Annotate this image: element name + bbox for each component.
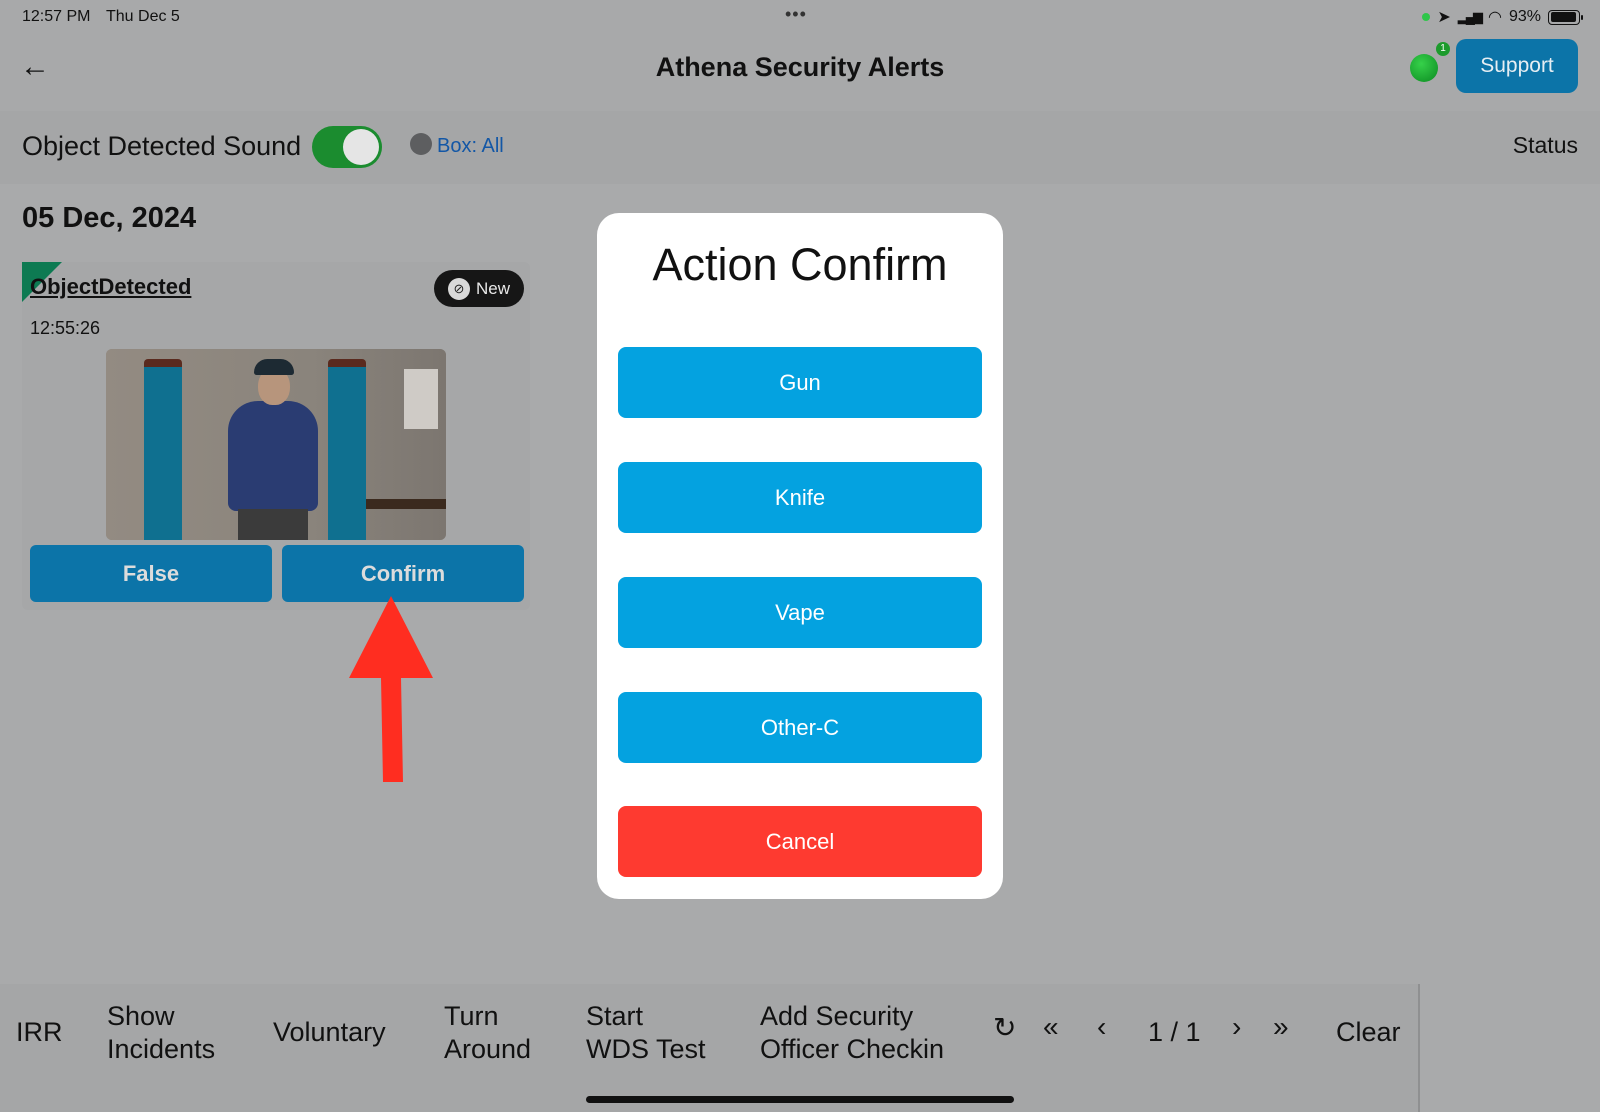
cancel-button[interactable]: Cancel	[618, 806, 982, 877]
chevron-right-icon[interactable]: ›	[1232, 1011, 1241, 1043]
detection-snapshot-image[interactable]	[106, 349, 446, 540]
show-incidents-button[interactable]: Show Incidents	[107, 1000, 215, 1066]
status-filter[interactable]: Status	[1513, 132, 1578, 159]
status-indicators: ➤ ▂▄▆ ◠ 93%	[1422, 7, 1583, 27]
notification-badge: 1	[1436, 42, 1450, 56]
wifi-icon: ◠	[1488, 9, 1502, 26]
alert-title[interactable]: ObjectDetected	[30, 274, 191, 300]
alert-card: ObjectDetected ⊘ New 12:55:26 False Conf…	[22, 262, 530, 610]
knife-option-button[interactable]: Knife	[618, 462, 982, 533]
start-wds-test-button[interactable]: Start WDS Test	[586, 1000, 706, 1066]
vape-option-button[interactable]: Vape	[618, 577, 982, 648]
action-confirm-dialog: Action Confirm Gun Knife Vape Other-C Ca…	[597, 213, 1003, 899]
sound-toggle-label: Object Detected Sound	[22, 131, 302, 161]
signal-icon: ▂▄▆	[1457, 9, 1483, 24]
connection-status-icon[interactable]	[1410, 54, 1438, 82]
turn-around-button[interactable]: Turn Around	[444, 1000, 531, 1066]
date-heading: 05 Dec, 2024	[22, 202, 197, 234]
box-status-dot-icon	[410, 133, 432, 155]
camera-indicator-icon	[1422, 13, 1431, 21]
sound-toggle[interactable]	[312, 126, 382, 168]
alert-time: 12:55:26	[30, 318, 101, 338]
gun-option-button[interactable]: Gun	[618, 347, 982, 418]
support-button[interactable]: Support	[1456, 39, 1578, 93]
dialog-title: Action Confirm	[652, 239, 948, 290]
status-time: 12:57 PM	[22, 8, 91, 25]
location-icon: ➤	[1437, 9, 1451, 26]
double-chevron-right-icon[interactable]: »	[1273, 1011, 1289, 1043]
confirm-button[interactable]: Confirm	[282, 545, 524, 602]
chevron-left-icon[interactable]: ‹	[1097, 1011, 1106, 1043]
status-bar: 12:57 PM Thu Dec 5 ••• ➤ ▂▄▆ ◠ 93%	[0, 0, 1600, 34]
new-badge-label: New	[476, 278, 511, 298]
double-chevron-left-icon[interactable]: «	[1043, 1011, 1059, 1043]
false-button[interactable]: False	[30, 545, 272, 602]
add-security-officer-checkin-button[interactable]: Add Security Officer Checkin	[760, 1000, 944, 1066]
page-indicator: 1 / 1	[1148, 1017, 1201, 1047]
voluntary-button[interactable]: Voluntary	[273, 1016, 386, 1049]
nav-bar: ← Athena Security Alerts 1 Support	[0, 34, 1600, 111]
battery-percent: 93%	[1508, 8, 1541, 25]
clear-button[interactable]: Clear	[1336, 1016, 1401, 1049]
battery-icon	[1548, 9, 1583, 25]
multitasking-dots-icon[interactable]: •••	[785, 4, 807, 25]
other-option-button[interactable]: Other-C	[618, 692, 982, 763]
page-title: Athena Security Alerts	[655, 52, 945, 82]
annotation-arrow-icon	[349, 596, 433, 782]
irr-button[interactable]: IRR	[16, 1016, 63, 1049]
link-icon: ⊘	[448, 277, 470, 300]
new-badge[interactable]: ⊘ New	[434, 270, 524, 307]
refresh-icon[interactable]: ↻	[993, 1011, 1016, 1044]
status-date: Thu Dec 5	[106, 8, 180, 25]
toggle-knob	[343, 129, 379, 165]
home-indicator[interactable]	[586, 1096, 1014, 1103]
bottom-action-bar: IRR Show Incidents Voluntary Turn Around…	[0, 984, 1420, 1112]
filter-toolbar: Object Detected Sound Box: All Status	[0, 111, 1600, 184]
box-filter-link[interactable]: Box: All	[437, 135, 504, 158]
